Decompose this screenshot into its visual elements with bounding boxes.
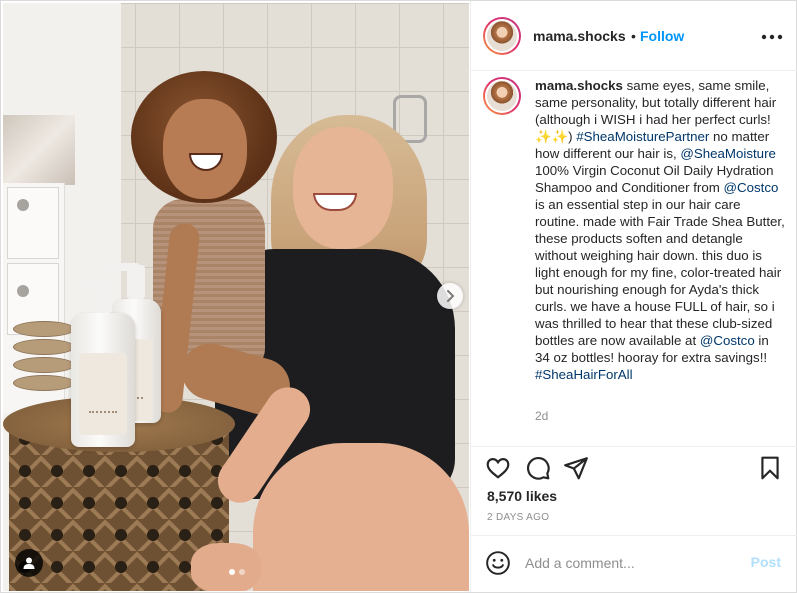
carousel-next-button[interactable] — [437, 283, 463, 309]
woman-hand — [191, 543, 261, 591]
hashtag-link[interactable]: #SheaMoisturePartner — [576, 129, 709, 144]
shampoo-bottle — [71, 277, 135, 447]
action-bar — [471, 447, 797, 487]
caption-block: mama.shocks same eyes, same smile, same … — [471, 71, 797, 447]
bookmark-icon[interactable] — [757, 455, 783, 481]
like-count[interactable]: 8,570 likes — [487, 488, 557, 504]
post-comment-button[interactable]: Post — [751, 554, 781, 570]
cabinet-knob — [17, 285, 29, 297]
carousel-dot-active — [229, 569, 235, 575]
heart-icon[interactable] — [485, 455, 511, 481]
caption-time: 2d — [535, 409, 549, 423]
carousel-dot — [239, 569, 245, 575]
mention-link[interactable]: @Costco — [723, 180, 778, 195]
tagged-users-button[interactable] — [15, 549, 43, 577]
post-header: mama.shocks • Follow — [471, 1, 797, 71]
more-options-icon[interactable] — [761, 23, 783, 46]
woman-face — [293, 127, 393, 249]
mention-link[interactable]: @Costco — [700, 333, 755, 348]
caption-part: is an essential step in our hair care ro… — [535, 197, 785, 348]
user-tag-icon — [23, 557, 35, 569]
mention-link[interactable]: @SheaMoisture — [680, 146, 776, 161]
child-face — [163, 99, 247, 199]
comment-input[interactable] — [525, 552, 735, 574]
post-photo[interactable] — [3, 3, 469, 591]
author-avatar[interactable] — [483, 17, 521, 55]
basket-stack — [13, 321, 75, 401]
post-side-panel: mama.shocks • Follow mama.shocks same ey… — [470, 1, 797, 592]
separator-dot: • — [631, 28, 636, 44]
smiley-icon[interactable] — [485, 550, 511, 576]
add-comment-bar: Post — [471, 535, 797, 592]
more-horizontal-icon — [761, 34, 783, 40]
hashtag-link[interactable]: #SheaHairForAll — [535, 367, 633, 382]
marble-counter — [3, 115, 75, 185]
woman-legs — [253, 443, 469, 591]
cabinet-knob — [17, 199, 29, 211]
drawer — [7, 187, 59, 259]
paper-plane-icon[interactable] — [563, 455, 589, 481]
comment-icon[interactable] — [525, 455, 551, 481]
instagram-post: mama.shocks • Follow mama.shocks same ey… — [0, 0, 797, 593]
caption-username[interactable]: mama.shocks — [535, 78, 623, 93]
post-date: 2 DAYS AGO — [487, 512, 550, 523]
carousel-indicator — [229, 569, 245, 575]
author-username[interactable]: mama.shocks — [533, 28, 626, 44]
caption-text: mama.shocks same eyes, same smile, same … — [535, 77, 787, 383]
chevron-right-icon — [447, 290, 455, 302]
follow-button[interactable]: Follow — [640, 28, 684, 44]
caption-avatar[interactable] — [483, 77, 521, 115]
